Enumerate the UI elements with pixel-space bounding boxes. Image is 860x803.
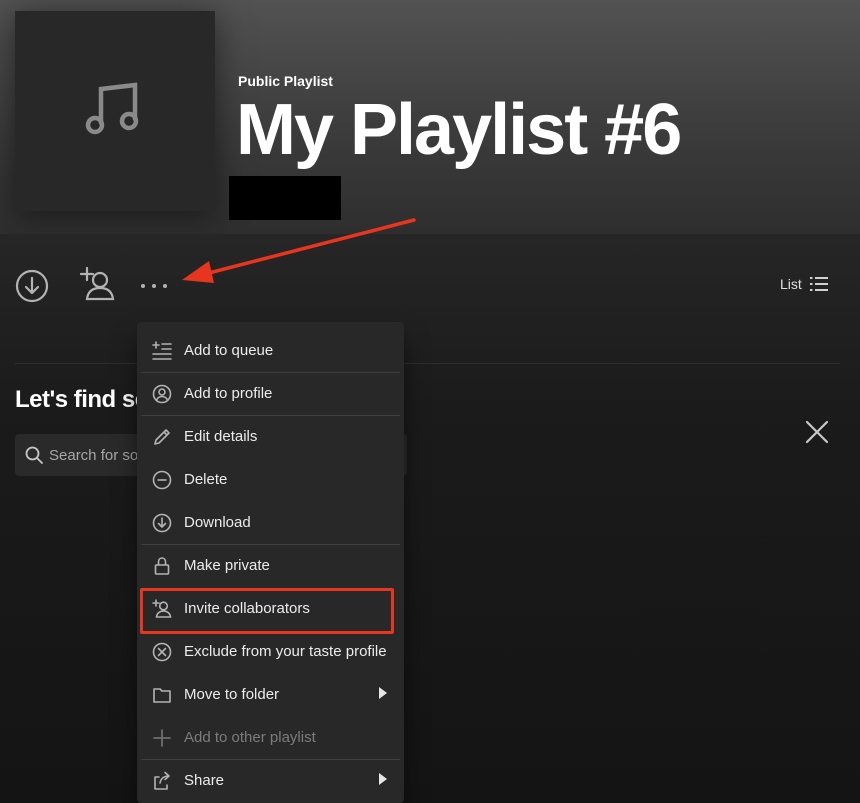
close-button[interactable] [803, 418, 831, 446]
x-circle-icon [152, 642, 172, 662]
playlist-type: Public Playlist [238, 73, 333, 89]
more-options-button[interactable] [138, 276, 170, 296]
view-label: List [780, 276, 802, 292]
menu-item-delete[interactable]: Delete [137, 458, 404, 501]
add-person-icon [79, 266, 115, 301]
menu-item-edit-details[interactable]: Edit details [137, 415, 404, 458]
page-title[interactable]: My Playlist #6 [236, 88, 682, 172]
submenu-arrow-icon [378, 686, 388, 703]
download-circle-icon [152, 513, 172, 533]
lock-icon [152, 556, 172, 576]
more-dots-icon [141, 284, 167, 288]
menu-item-add-to-queue[interactable]: Add to queue [137, 329, 404, 372]
pencil-icon [152, 427, 172, 447]
view-toggle[interactable]: List [780, 276, 828, 292]
annotation-highlight-box [140, 588, 394, 634]
menu-item-make-private[interactable]: Make private [137, 544, 404, 587]
search-placeholder: Search for so [49, 446, 139, 464]
menu-item-share[interactable]: Share [137, 759, 404, 802]
menu-item-exclude-from-taste-profile[interactable]: Exclude from your taste profile [137, 630, 404, 673]
context-menu: Add to queue Add to profile Edit details… [137, 322, 404, 803]
folder-icon [152, 685, 172, 705]
menu-item-move-to-folder[interactable]: Move to folder [137, 673, 404, 716]
owner-redaction [229, 176, 341, 220]
plus-icon [152, 728, 172, 748]
list-icon [809, 277, 828, 291]
invite-collaborators-button[interactable] [78, 266, 118, 304]
menu-item-download[interactable]: Download [137, 501, 404, 544]
search-icon [25, 446, 43, 464]
section-heading: Let's find so [15, 386, 149, 413]
submenu-arrow-icon [378, 772, 388, 789]
share-icon [152, 771, 172, 791]
menu-item-add-to-profile[interactable]: Add to profile [137, 372, 404, 415]
content-area [0, 234, 860, 803]
download-circle-icon [15, 269, 49, 303]
minus-circle-icon [152, 470, 172, 490]
download-button[interactable] [15, 269, 49, 303]
menu-item-add-to-other-playlist: Add to other playlist [137, 716, 404, 759]
close-icon [805, 420, 829, 444]
playlist-cover[interactable] [15, 11, 215, 211]
music-note-icon [85, 82, 139, 135]
profile-icon [152, 384, 172, 404]
add-to-queue-icon [152, 340, 172, 361]
playlist-header: Public Playlist My Playlist #6 [0, 0, 860, 234]
